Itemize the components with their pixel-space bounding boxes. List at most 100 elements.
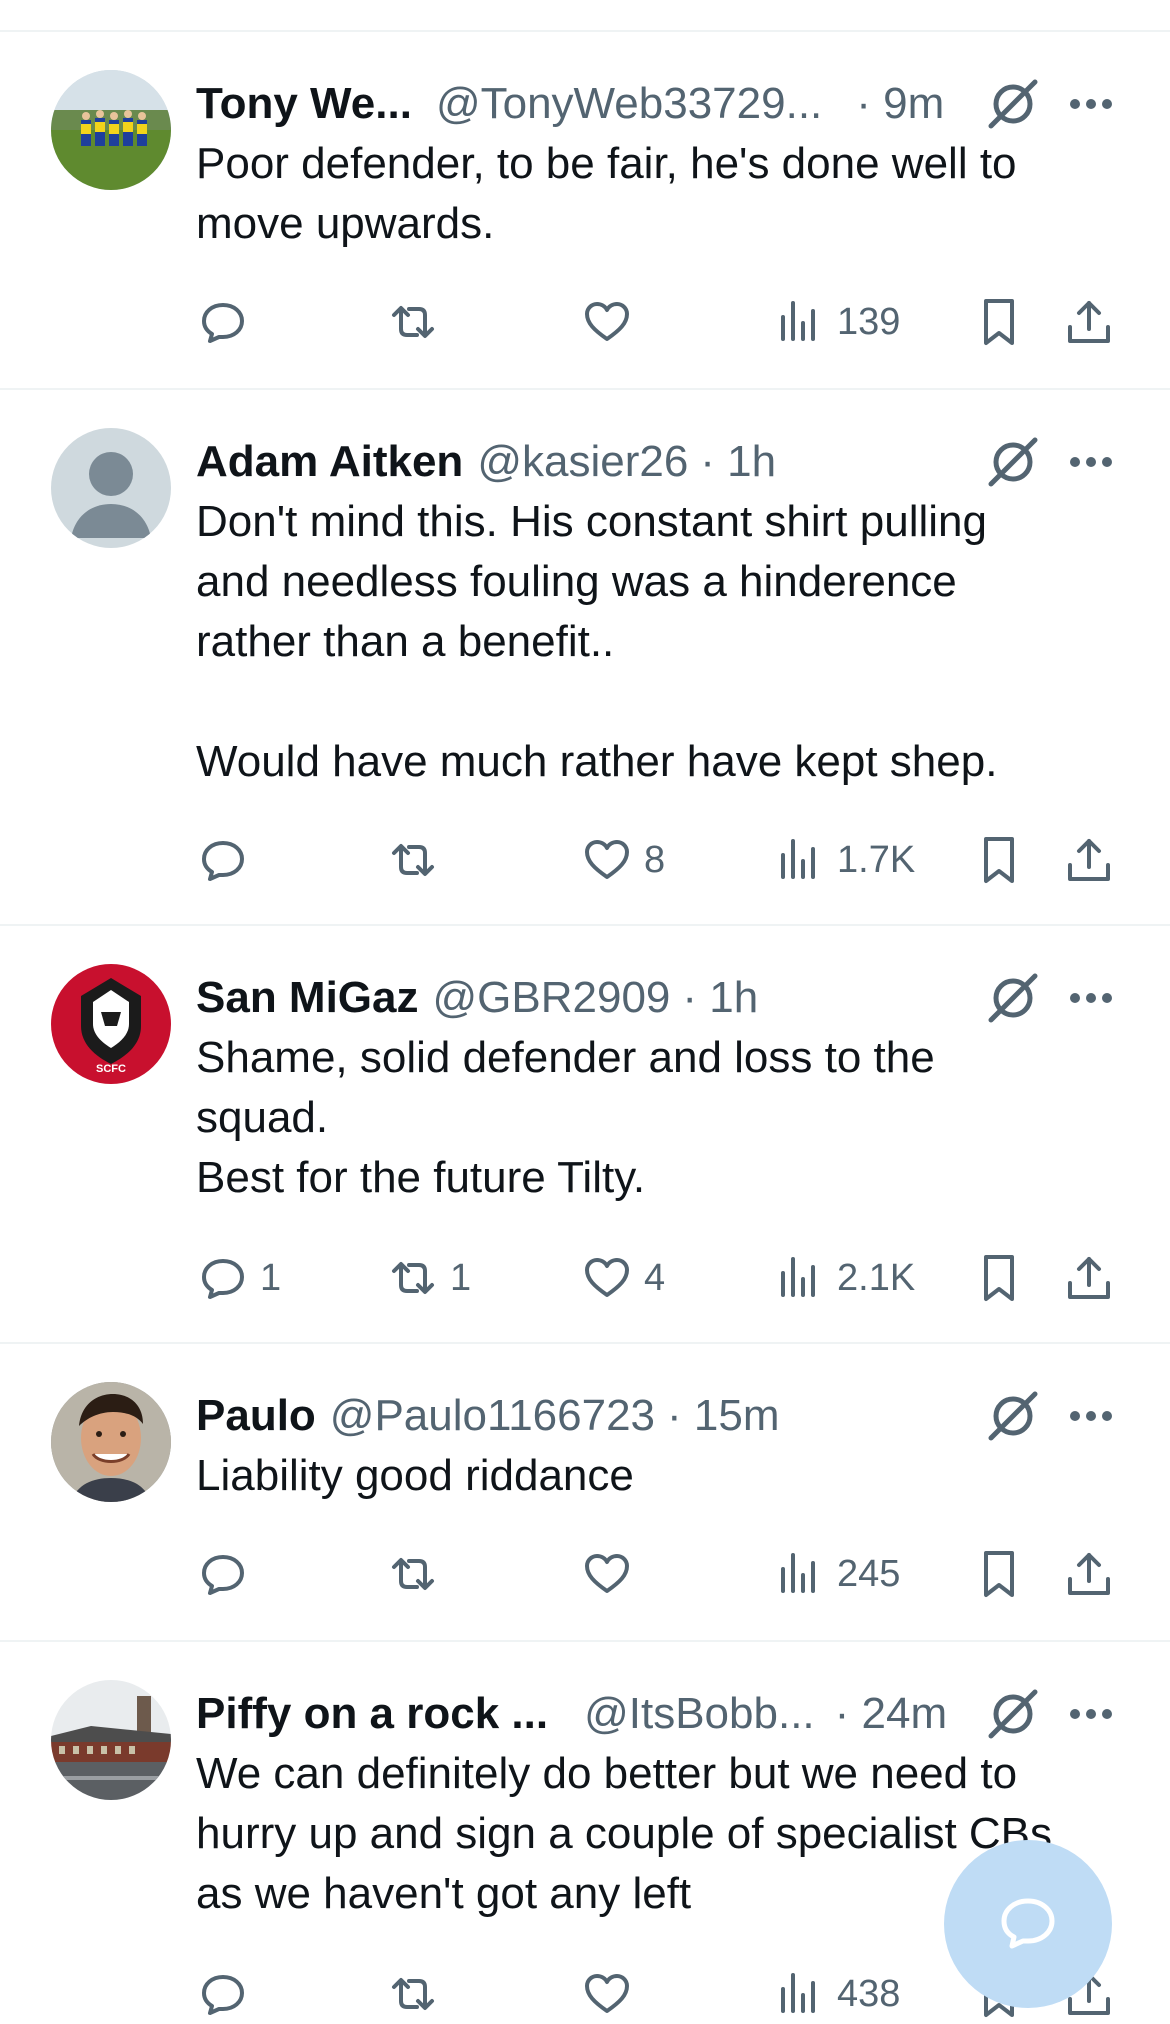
reply-icon bbox=[202, 303, 244, 343]
share-icon bbox=[1068, 1553, 1110, 1595]
user-handle[interactable]: @Paulo1166723 bbox=[330, 1391, 655, 1441]
reply-icon bbox=[202, 1259, 244, 1299]
reply-count: 1 bbox=[260, 1256, 282, 1299]
tweet-text: Shame, solid defender and loss to the sq… bbox=[196, 1033, 935, 1202]
share-button[interactable] bbox=[1062, 1248, 1116, 1308]
repost-button[interactable] bbox=[386, 292, 450, 352]
bookmark-button[interactable] bbox=[972, 1544, 1026, 1604]
avatar[interactable] bbox=[51, 428, 171, 548]
grok-icon[interactable] bbox=[985, 970, 1041, 1026]
display-name[interactable]: Piffy on a rock ... bbox=[196, 1689, 548, 1739]
view-count: 438 bbox=[837, 1972, 901, 2015]
like-button[interactable]: 8 bbox=[580, 830, 665, 890]
avatar[interactable] bbox=[51, 70, 171, 190]
reply-button[interactable]: 1 bbox=[196, 1248, 281, 1308]
views-button[interactable]: 139 bbox=[773, 292, 900, 352]
like-button[interactable]: 4 bbox=[580, 1248, 665, 1308]
user-handle[interactable]: @TonyWeb33729... bbox=[436, 79, 822, 129]
repost-button[interactable] bbox=[386, 830, 450, 890]
repost-count: 1 bbox=[450, 1256, 472, 1299]
more-icon[interactable] bbox=[1066, 1686, 1116, 1742]
avatar[interactable] bbox=[51, 1382, 171, 1502]
display-name[interactable]: Adam Aitken bbox=[196, 437, 463, 487]
bookmark-button[interactable] bbox=[972, 292, 1026, 352]
grok-icon[interactable] bbox=[985, 434, 1041, 490]
repost-button[interactable]: 1 bbox=[386, 1248, 471, 1308]
reply-button[interactable] bbox=[196, 830, 260, 890]
more-icon[interactable] bbox=[1066, 1388, 1116, 1444]
heart-icon bbox=[585, 302, 629, 341]
tweet[interactable]: Adam Aitken @kasier26 · 1h Don't mind th… bbox=[0, 390, 1170, 926]
share-icon bbox=[1068, 301, 1110, 343]
display-name[interactable]: Paulo bbox=[196, 1391, 316, 1441]
timestamp[interactable]: · 1h bbox=[682, 973, 758, 1023]
repost-icon bbox=[392, 1262, 434, 1294]
bookmark-button[interactable] bbox=[972, 1248, 1026, 1308]
timestamp[interactable]: · 9m bbox=[856, 79, 944, 129]
more-icon[interactable] bbox=[1066, 76, 1116, 132]
share-button[interactable] bbox=[1062, 830, 1116, 890]
tweet[interactable]: Paulo @Paulo1166723 · 15m Liability good… bbox=[0, 1344, 1170, 1642]
reply-button[interactable] bbox=[196, 292, 260, 352]
reply-button[interactable] bbox=[196, 1964, 260, 2024]
heart-icon bbox=[585, 840, 629, 879]
more-icon[interactable] bbox=[1066, 434, 1116, 490]
view-count: 245 bbox=[837, 1552, 901, 1595]
bookmark-button[interactable] bbox=[972, 830, 1026, 890]
user-handle[interactable]: @GBR2909 bbox=[433, 973, 671, 1023]
user-handle[interactable]: @kasier26 bbox=[477, 437, 688, 487]
action-bar: 245 bbox=[196, 1544, 1126, 1604]
repost-icon bbox=[392, 844, 434, 876]
like-button[interactable] bbox=[580, 1964, 644, 2024]
heart-icon bbox=[585, 1258, 629, 1297]
bookmark-icon bbox=[984, 837, 1014, 883]
action-bar: 1 1 4 2.1K bbox=[196, 1248, 1126, 1308]
compose-reply-button[interactable] bbox=[944, 1840, 1112, 2008]
compose-reply-icon bbox=[1001, 1898, 1055, 1949]
user-handle[interactable]: @ItsBobb... bbox=[584, 1689, 815, 1739]
tweet-header: Paulo @Paulo1166723 · 15m bbox=[196, 1386, 1010, 1446]
grok-icon[interactable] bbox=[985, 76, 1041, 132]
like-button[interactable] bbox=[580, 292, 644, 352]
tweet-header: San MiGaz @GBR2909 · 1h bbox=[196, 968, 1010, 1028]
repost-button[interactable] bbox=[386, 1544, 450, 1604]
reply-icon bbox=[202, 1555, 244, 1595]
share-button[interactable] bbox=[1062, 292, 1116, 352]
avatar-text: SCFC bbox=[96, 1063, 126, 1075]
display-name[interactable]: San MiGaz bbox=[196, 973, 419, 1023]
share-button[interactable] bbox=[1062, 1544, 1116, 1604]
more-icon[interactable] bbox=[1066, 970, 1116, 1026]
avatar[interactable]: SCFC bbox=[51, 964, 171, 1084]
grok-icon[interactable] bbox=[985, 1388, 1041, 1444]
grok-icon[interactable] bbox=[985, 1686, 1041, 1742]
views-button[interactable]: 245 bbox=[773, 1544, 900, 1604]
reply-icon bbox=[202, 1975, 244, 2015]
views-button[interactable]: 1.7K bbox=[773, 830, 915, 890]
timestamp[interactable]: · 24m bbox=[835, 1689, 947, 1739]
bookmark-icon bbox=[984, 1551, 1014, 1597]
share-icon bbox=[1068, 1257, 1110, 1299]
like-count: 8 bbox=[644, 838, 666, 881]
tweet[interactable]: Tony We... @TonyWeb33729... · 9m Poor de… bbox=[0, 32, 1170, 390]
repost-button[interactable] bbox=[386, 1964, 450, 2024]
views-button[interactable]: 438 bbox=[773, 1964, 900, 2024]
reply-button[interactable] bbox=[196, 1544, 260, 1604]
heart-icon bbox=[585, 1974, 629, 2013]
views-button[interactable]: 2.1K bbox=[773, 1248, 915, 1308]
repost-icon bbox=[392, 1978, 434, 2010]
view-count: 139 bbox=[837, 300, 901, 343]
views-icon bbox=[781, 1973, 815, 2013]
views-icon bbox=[781, 1553, 815, 1593]
bookmark-icon bbox=[984, 299, 1014, 345]
avatar[interactable] bbox=[51, 1680, 171, 1800]
share-icon bbox=[1068, 839, 1110, 881]
like-button[interactable] bbox=[580, 1544, 644, 1604]
views-icon bbox=[781, 301, 815, 341]
timestamp[interactable]: · 1h bbox=[700, 437, 776, 487]
tweet-text: Poor defender, to be fair, he's done wel… bbox=[196, 139, 1017, 248]
tweet-header: Adam Aitken @kasier26 · 1h bbox=[196, 432, 1010, 492]
repost-icon bbox=[392, 1558, 434, 1590]
display-name[interactable]: Tony We... bbox=[196, 79, 412, 129]
timestamp[interactable]: · 15m bbox=[667, 1391, 779, 1441]
tweet[interactable]: SCFC San MiGaz @GBR2909 · 1h Shame, soli… bbox=[0, 926, 1170, 1344]
